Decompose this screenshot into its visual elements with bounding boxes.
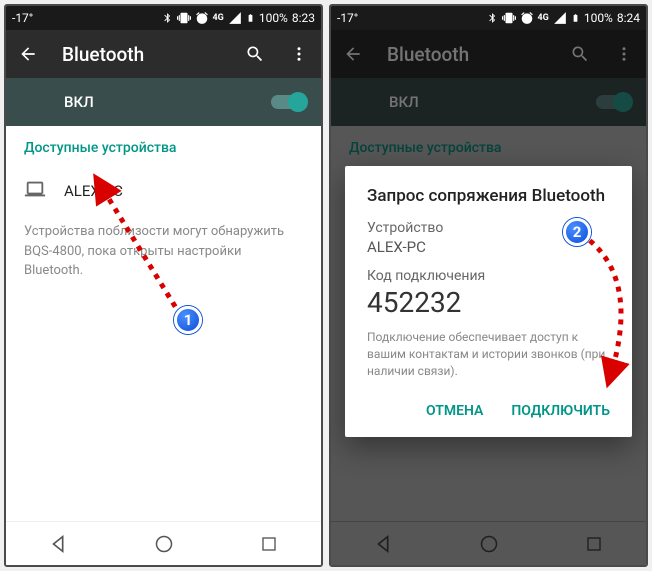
bluetooth-toggle-row[interactable]: ВКЛ [331, 78, 646, 126]
nav-bar [331, 521, 646, 565]
device-name: ALEX-PC [64, 182, 123, 200]
status-time: 8:24 [617, 11, 640, 25]
laptop-icon [24, 178, 46, 204]
bluetooth-icon [162, 11, 173, 25]
confirm-button[interactable]: ПОДКЛЮЧИТЬ [511, 403, 610, 419]
pairing-dialog: Запрос сопряжения Bluetooth Устройство A… [345, 166, 632, 437]
back-icon[interactable] [343, 44, 363, 64]
data-icon: 4G [538, 13, 549, 23]
signal-icon [553, 11, 567, 25]
battery-icon [571, 11, 580, 25]
alarm-icon [520, 11, 534, 25]
vibrate-icon [177, 11, 191, 25]
vibrate-icon [502, 11, 516, 25]
status-time: 8:23 [292, 11, 315, 25]
content-area: Доступные устройства ALEX-PC Устройства … [6, 126, 321, 295]
device-row-alexpc[interactable]: ALEX-PC [24, 174, 303, 222]
nav-back-icon[interactable] [373, 533, 395, 555]
nav-recents-icon[interactable] [258, 533, 280, 555]
search-icon[interactable] [245, 44, 265, 64]
section-header: Доступные устройства [24, 140, 303, 156]
more-icon[interactable] [614, 44, 634, 64]
phone-screenshot-2: -17° 4G 100% 8:24 Bluetooth ВКЛ Доступны… [329, 4, 648, 567]
cancel-button[interactable]: ОТМЕНА [426, 403, 483, 419]
app-bar: Bluetooth [331, 30, 646, 78]
data-icon: 4G [213, 13, 224, 23]
alarm-icon [195, 11, 209, 25]
nav-recents-icon[interactable] [583, 533, 605, 555]
signal-icon [228, 11, 242, 25]
toggle-label: ВКЛ [347, 93, 596, 111]
status-temp: -17° [337, 11, 358, 25]
toggle-label: ВКЛ [22, 93, 271, 111]
dialog-code-label: Код подключения [367, 268, 610, 284]
status-bar: -17° 4G 100% 8:23 [6, 6, 321, 30]
phone-screenshot-1: -17° 4G 100% 8:23 Bluetooth ВКЛ Доступны… [4, 4, 323, 567]
toggle-switch[interactable] [596, 95, 630, 109]
bluetooth-icon [487, 11, 498, 25]
hint-text: Устройства поблизости могут обнаружить B… [24, 222, 303, 281]
bluetooth-toggle-row[interactable]: ВКЛ [6, 78, 321, 126]
nav-back-icon[interactable] [48, 533, 70, 555]
dialog-title: Запрос сопряжения Bluetooth [367, 186, 610, 206]
dialog-code-value: 452232 [367, 286, 610, 319]
search-icon[interactable] [570, 44, 590, 64]
battery-percent: 100% [259, 11, 288, 25]
nav-home-icon[interactable] [153, 533, 175, 555]
nav-home-icon[interactable] [478, 533, 500, 555]
page-title: Bluetooth [62, 43, 221, 66]
section-header: Доступные устройства [349, 140, 628, 156]
app-bar: Bluetooth [6, 30, 321, 78]
status-bar: -17° 4G 100% 8:24 [331, 6, 646, 30]
back-icon[interactable] [18, 44, 38, 64]
dialog-info-text: Подключение обеспечивает доступ к вашим … [367, 329, 610, 379]
toggle-switch[interactable] [271, 95, 305, 109]
more-icon[interactable] [289, 44, 309, 64]
page-title: Bluetooth [387, 43, 546, 66]
battery-icon [246, 11, 255, 25]
nav-bar [6, 521, 321, 565]
annotation-badge-1: 1 [174, 306, 202, 334]
battery-percent: 100% [584, 11, 613, 25]
status-temp: -17° [12, 11, 33, 25]
annotation-badge-2: 2 [563, 218, 591, 246]
